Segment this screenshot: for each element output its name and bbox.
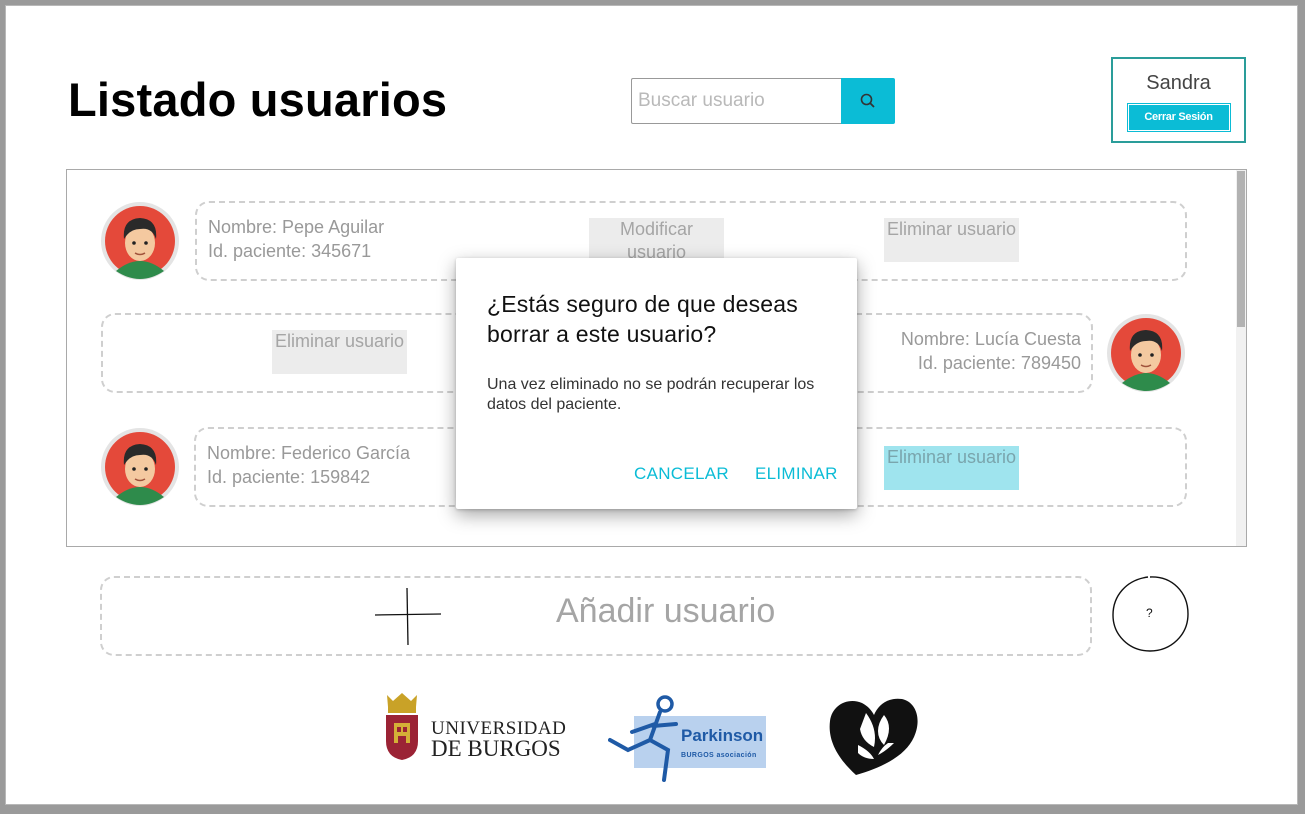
avatar-icon [101, 428, 179, 506]
patient-name: Nombre: Pepe Aguilar [208, 217, 385, 237]
delete-user-button[interactable]: Eliminar usuario [884, 446, 1019, 490]
user-name: Sandra [1146, 72, 1211, 94]
scrollbar[interactable] [1236, 170, 1246, 546]
dialog-title: ¿Estás seguro de que deseas borrar a est… [487, 291, 798, 347]
patient-avatar [100, 427, 180, 507]
search-icon [860, 93, 875, 108]
confirm-delete-button[interactable]: ELIMINAR [755, 464, 838, 484]
heart-logo [826, 693, 922, 788]
avatar-icon [1107, 314, 1185, 392]
patient-id: Id. paciente: 159842 [207, 467, 371, 487]
help-button[interactable]: ? [1110, 574, 1192, 654]
patient-info: Nombre: Lucía Cuesta Id. paciente: 78945… [901, 327, 1081, 375]
parkinson-title: Parkinson [681, 726, 764, 745]
search-bar [631, 78, 895, 124]
page-title: Listado usuarios [68, 73, 448, 126]
delete-confirm-dialog: ¿Estás seguro de que deseas borrar a est… [456, 258, 857, 509]
dialog-body: Una vez eliminado no se podrán recuperar… [487, 376, 815, 413]
modify-user-button[interactable]: Modificar usuario [589, 218, 724, 258]
patient-avatar [100, 201, 180, 281]
delete-user-button[interactable]: Eliminar usuario [884, 218, 1019, 262]
delete-user-button[interactable]: Eliminar usuario [272, 330, 407, 374]
plus-icon [374, 587, 442, 646]
parkinson-logo: Parkinson BURGOS asociación [608, 692, 768, 789]
heart-tulip-icon [829, 698, 918, 775]
cancel-button[interactable]: CANCELAR [634, 464, 729, 484]
patient-name: Nombre: Lucía Cuesta [900, 329, 1081, 349]
user-panel: Sandra Cerrar Sesión [1111, 57, 1246, 143]
parkinson-subtitle: BURGOS asociación [681, 752, 757, 759]
scrollbar-thumb[interactable] [1237, 171, 1245, 327]
university-name: UNIVERSIDAD DE BURGOS [431, 719, 566, 761]
university-crest-icon [386, 693, 418, 760]
add-user-label: Añadir usuario [556, 592, 776, 630]
add-user-button[interactable]: Añadir usuario [100, 576, 1092, 656]
help-label: ? [1146, 606, 1153, 620]
patient-info: Nombre: Federico García Id. paciente: 15… [207, 441, 410, 489]
patient-avatar [1106, 313, 1186, 393]
patient-name: Nombre: Federico García [207, 443, 411, 463]
patient-info: Nombre: Pepe Aguilar Id. paciente: 34567… [208, 215, 384, 263]
university-logo: UNIVERSIDAD DE BURGOS [381, 691, 566, 766]
logout-button[interactable]: Cerrar Sesión [1127, 104, 1230, 131]
search-input[interactable] [631, 78, 843, 124]
avatar-icon [101, 202, 179, 280]
search-button[interactable] [841, 78, 895, 124]
app-window: Listado usuarios Sandra Cerrar Sesión [5, 5, 1298, 805]
university-line2: DE BURGOS [431, 736, 561, 761]
patient-id: Id. paciente: 789450 [917, 353, 1081, 373]
patient-id: Id. paciente: 345671 [208, 241, 372, 261]
